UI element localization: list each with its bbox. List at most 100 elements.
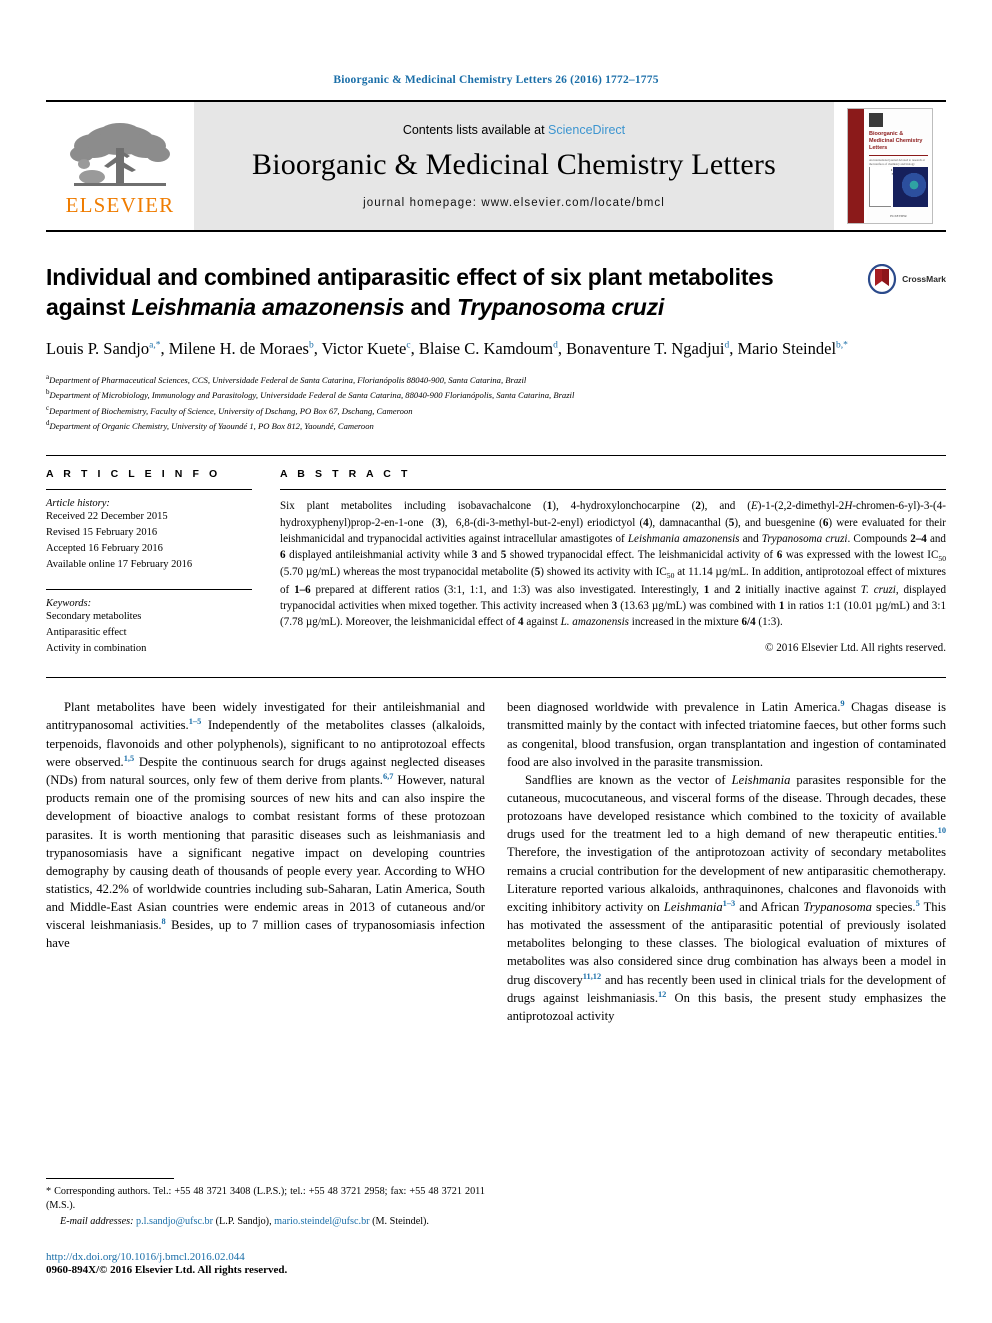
footnote-block: * Corresponding authors. Tel.: +55 48 37… [46,1177,485,1276]
body-paragraph: been diagnosed worldwide with prevalence… [507,699,946,769]
email-owner-1: (L.P. Sandjo), [215,1215,272,1227]
running-head: Bioorganic & Medicinal Chemistry Letters… [333,74,659,86]
email-address-2[interactable]: mario.steindel@ufsc.br [274,1216,369,1227]
elsevier-tree-icon [70,123,170,186]
affiliation-item: bDepartment of Microbiology, Immunology … [46,387,946,402]
article-history-item: Available online 17 February 2016 [46,559,193,571]
cover-journal-title: Bioorganic & Medicinal Chemistry Letters [869,131,923,151]
cover-art: Bioorganic & Medicinal Chemistry Letters… [847,108,933,224]
cover-figure [869,167,928,207]
keywords-divider [46,589,252,591]
affiliation-list: aDepartment of Pharmaceutical Sciences, … [46,372,946,434]
journal-homepage[interactable]: journal homepage: www.elsevier.com/locat… [363,197,665,209]
journal-cover-thumbnail: Bioorganic & Medicinal Chemistry Letters… [834,102,946,230]
doi-link[interactable]: http://dx.doi.org/10.1016/j.bmcl.2016.02… [46,1251,485,1263]
article-info-heading: A R T I C L E I N F O [46,468,221,481]
abstract-body: Six plant metabolites including isobavac… [280,500,946,628]
info-abstract-section: A R T I C L E I N F O Article history: R… [46,455,946,657]
keyword-item: Antiparasitic effect [46,627,127,639]
body-column-right: been diagnosed worldwide with prevalence… [507,698,946,1025]
article-info-column: A R T I C L E I N F O Article history: R… [46,468,252,657]
title-species-1: Leishmania amazonensis [131,294,405,321]
issn-copyright-line: 0960-894X/© 2016 Elsevier Ltd. All right… [46,1264,288,1276]
body-divider [46,677,946,679]
title-line-2-pre: against [46,294,132,321]
footnote-rule [46,1177,174,1179]
author-name: Blaise C. Kamdoum [418,338,554,358]
article-history-item: Accepted 16 February 2016 [46,543,163,555]
contents-prefix: Contents lists available at [402,123,549,137]
email-address-1[interactable]: p.l.sandjo@ufsc.br [136,1216,213,1227]
author-item: Blaise C. Kamdoumd [419,339,558,358]
email-note: E-mail addresses: p.l.sandjo@ufsc.br (L.… [46,1215,485,1229]
affiliation-item: dDepartment of Organic Chemistry, Univer… [46,418,946,433]
affiliation-text: Department of Pharmaceutical Sciences, C… [49,374,527,385]
doi-block: http://dx.doi.org/10.1016/j.bmcl.2016.02… [46,1251,485,1276]
page-title: Individual and combined antiparasitic ef… [46,262,836,323]
cover-band-divider [864,109,867,223]
affiliation-text: Department of Biochemistry, Faculty of S… [49,405,413,416]
journal-title: Bioorganic & Medicinal Chemistry Letters [251,148,776,181]
email-label: E-mail addresses: [60,1215,134,1227]
affiliation-text: Department of Microbiology, Immunology a… [49,389,575,400]
body-columns: Plant metabolites have been widely inves… [46,698,946,1025]
author-name: Victor Kuete [321,338,407,358]
author-item: Victor Kuetec [322,339,411,358]
author-marks: b [308,340,314,351]
title-line-2-mid: and [404,294,457,321]
sciencedirect-link[interactable]: ScienceDirect [548,123,625,137]
keywords-title: Keywords: [46,598,92,610]
author-marks: a,* [149,340,161,351]
author-item: Milene H. de Moraesb [169,339,314,358]
article-history-item: Received 22 December 2015 [46,511,168,523]
body-column-left: Plant metabolites have been widely inves… [46,698,485,1025]
abstract-copyright: © 2016 Elsevier Ltd. All rights reserved… [765,642,946,655]
author-item: Mario Steindelb,* [738,339,848,358]
cover-figure-plot [869,167,892,207]
cover-footer: ELSEVIER [890,214,907,218]
abstract-heading: A B S T R A C T [280,468,411,481]
cover-elsevier-mark-icon [869,113,883,127]
article-history-item: Revised 15 February 2016 [46,527,158,539]
affiliation-text: Department of Organic Chemistry, Univers… [49,420,374,431]
author-marks: d [553,340,558,351]
author-list: Louis P. Sandjoa,*, Milene H. de Moraesb… [46,338,848,358]
author-marks: b,* [836,340,848,351]
elsevier-wordmark: ELSEVIER [65,193,175,217]
author-name: Milene H. de Moraes [168,338,309,358]
affiliation-item: aDepartment of Pharmaceutical Sciences, … [46,372,946,387]
keyword-item: Secondary metabolites [46,611,142,623]
article-page: Bioorganic & Medicinal Chemistry Letters… [0,0,992,1323]
keywords-block: Keywords: Secondary metabolites Antipara… [46,598,252,657]
journal-masthead: ELSEVIER Contents lists available at Sci… [46,100,946,232]
author-name: Louis P. Sandjo [46,338,150,358]
affiliation-item: cDepartment of Biochemistry, Faculty of … [46,403,946,418]
corresponding-author-note: * Corresponding authors. Tel.: +55 48 37… [46,1185,485,1212]
body-paragraph: Plant metabolites have been widely inves… [46,700,486,951]
title-species-2: Trypanosoma cruzi [456,294,665,321]
title-line-1: Individual and combined antiparasitic ef… [46,264,774,290]
author-name: Mario Steindel [737,338,837,358]
author-item: Louis P. Sandjoa,* [46,339,161,358]
author-item: Bonaventure T. Ngadjuid [566,339,729,358]
title-block: Individual and combined antiparasitic ef… [46,262,946,323]
body-paragraph: Sandflies are known as the vector of Lei… [507,772,946,1024]
cover-figure-heatmap [893,167,928,207]
article-history-title: Article history: [46,498,110,510]
cover-left-band [848,109,864,223]
author-marks: d [724,340,730,351]
email-owner-2: (M. Steindel). [372,1215,429,1227]
crossmark-badge[interactable]: CrossMark [867,264,946,294]
cover-subtitle: An international journal devoted to rese… [869,157,925,166]
cover-rule [869,154,928,156]
author-marks: c [406,340,411,351]
crossmark-icon [867,264,897,294]
contents-available-line: Contents lists available at ScienceDirec… [403,123,625,137]
author-name: Bonaventure T. Ngadjui [566,338,725,358]
journal-band: Contents lists available at ScienceDirec… [194,102,834,230]
keyword-item: Activity in combination [46,643,147,655]
abstract-divider [280,489,946,491]
elsevier-logo: ELSEVIER [46,102,194,230]
abstract-column: A B S T R A C T Six plant metabolites in… [280,468,946,657]
crossmark-label: CrossMark [902,274,946,284]
